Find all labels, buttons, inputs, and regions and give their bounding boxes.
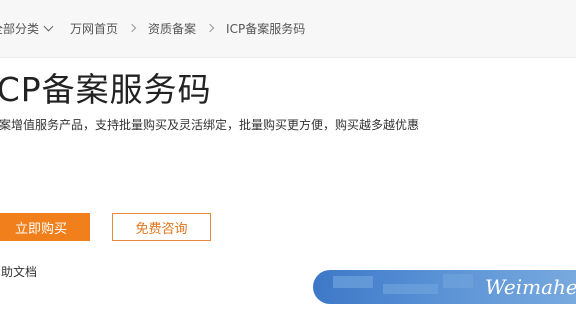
watermark-badge: Weimahe.cn [313,270,576,304]
breadcrumb: 全部分类 万网首页 资质备案 ICP备案服务码 [0,19,305,37]
help-docs-link[interactable]: 帮助文档 [0,263,37,280]
all-categories-dropdown[interactable]: 全部分类 [0,20,54,37]
chevron-right-icon [127,23,137,33]
buy-now-button[interactable]: 立即购买 [0,213,90,241]
breadcrumb-item-home[interactable]: 万网首页 [70,20,118,37]
breadcrumb-item-qualification[interactable]: 资质备案 [148,20,196,37]
product-description: 备案增值服务产品，支持批量购买及灵活绑定，批量购买更方便，购买越多越优惠 [0,118,420,132]
page-title: ICP备案服务码 [0,70,212,109]
breadcrumb-item-current: ICP备案服务码 [226,21,306,36]
chevron-down-icon [43,21,54,31]
top-bar: 全部分类 万网首页 资质备案 ICP备案服务码 [0,0,576,58]
watermark-text: Weimahe.cn [485,275,576,299]
all-categories-label: 全部分类 [0,21,40,36]
free-consult-button[interactable]: 免费咨询 [112,213,211,241]
chevron-right-icon [205,23,215,33]
